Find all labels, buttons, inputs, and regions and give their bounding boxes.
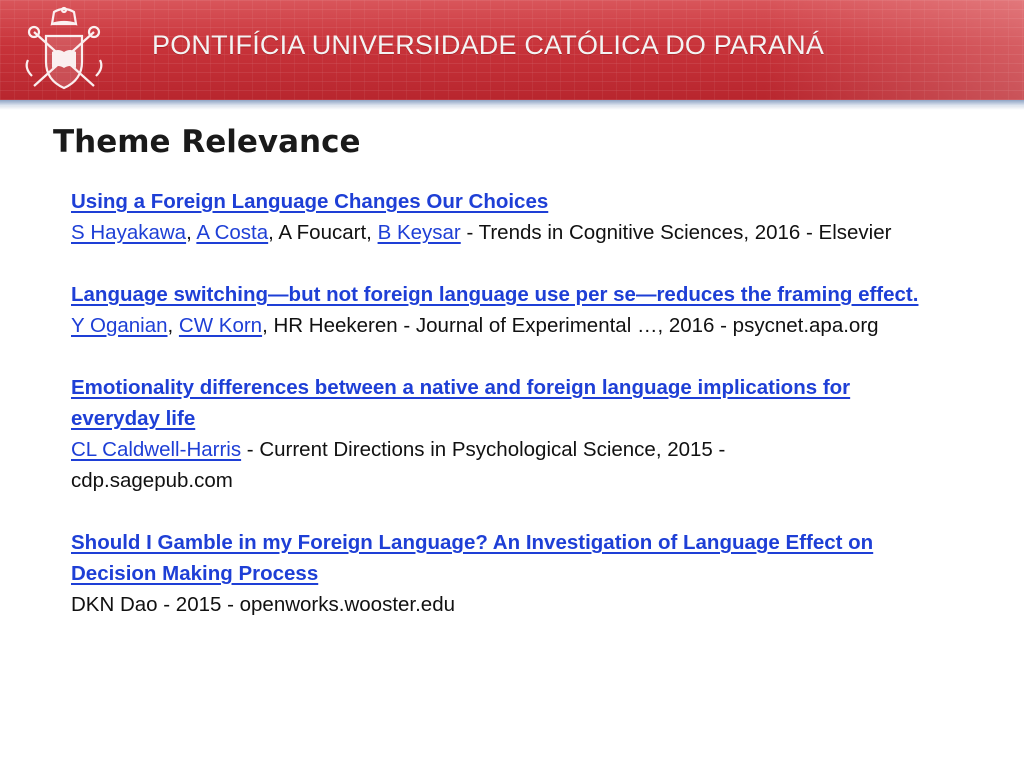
- reference-item: Language switching—but not foreign langu…: [71, 279, 1011, 341]
- page-title: Theme Relevance: [53, 124, 361, 160]
- author-link[interactable]: S Hayakawa: [71, 221, 186, 244]
- author-name: HR Heekeren: [273, 314, 398, 337]
- reference-source: - Journal of Experimental …, 2016 - psyc…: [397, 314, 879, 337]
- reference-title-link[interactable]: Language switching—but not foreign langu…: [71, 279, 1011, 310]
- header-banner: PONTIFÍCIA UNIVERSIDADE CATÓLICA DO PARA…: [0, 0, 1024, 100]
- author-link[interactable]: B Keysar: [378, 221, 461, 244]
- reference-item: Emotionality differences between a nativ…: [71, 372, 1011, 496]
- pucpr-crest-icon: [25, 6, 103, 90]
- reference-authors: S Hayakawa, A Costa, A Foucart, B Keysar…: [71, 221, 892, 244]
- reference-item: Using a Foreign Language Changes Our Cho…: [71, 186, 1011, 248]
- reference-title-link[interactable]: Emotionality differences between a nativ…: [71, 376, 850, 430]
- author-link[interactable]: A Costa: [196, 221, 268, 244]
- reference-title-link[interactable]: Using a Foreign Language Changes Our Cho…: [71, 186, 1011, 217]
- reference-source: - Trends in Cognitive Sciences, 2016 - E…: [460, 221, 892, 244]
- reference-authors: Y Oganian, CW Korn, HR Heekeren - Journa…: [71, 314, 879, 337]
- author-link[interactable]: CW Korn: [179, 314, 262, 337]
- university-name: PONTIFÍCIA UNIVERSIDADE CATÓLICA DO PARA…: [152, 30, 825, 60]
- author-link[interactable]: CL Caldwell-Harris: [71, 438, 241, 461]
- reference-source: DKN Dao - 2015 - openworks.wooster.edu: [71, 593, 456, 616]
- reference-authors: CL Caldwell-Harris - Current Directions …: [71, 434, 831, 496]
- reference-title-link[interactable]: Should I Gamble in my Foreign Language? …: [71, 531, 873, 585]
- author-link[interactable]: Y Oganian: [71, 314, 168, 337]
- reference-list: Using a Foreign Language Changes Our Cho…: [71, 186, 1011, 651]
- banner-divider-highlight: [0, 106, 1024, 110]
- reference-item: Should I Gamble in my Foreign Language? …: [71, 527, 1011, 620]
- author-name: A Foucart: [278, 221, 367, 244]
